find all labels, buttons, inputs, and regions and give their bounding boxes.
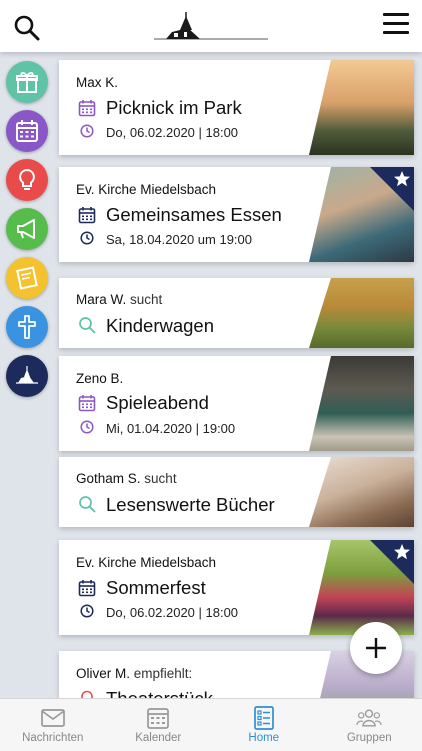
calendar-icon [145, 706, 171, 730]
card-author: Mara W. sucht [76, 292, 162, 307]
clock-icon [80, 604, 94, 618]
calendar-icon [14, 118, 40, 144]
calendar-icon [78, 579, 96, 597]
card-author: Ev. Kirche Miedelsbach [76, 182, 216, 197]
card-author: Gotham S. sucht [76, 471, 177, 486]
tab-label: Nachrichten [22, 732, 83, 744]
tab-home[interactable]: Home [211, 699, 317, 751]
bottom-tab-bar: Nachrichten Kalender Home Gruppen [0, 698, 422, 751]
feed-card[interactable]: Max K. Picknick im Park Do, 06.02.2020 |… [59, 60, 414, 155]
tab-gruppen[interactable]: Gruppen [317, 699, 422, 751]
card-title: Sommerfest [106, 577, 206, 599]
clock-icon [80, 420, 94, 434]
group-icon [356, 706, 382, 730]
card-author: Zeno B. [76, 371, 123, 386]
card-date: Do, 06.02.2020 | 18:00 [106, 605, 238, 620]
tab-kalender[interactable]: Kalender [106, 699, 212, 751]
sidebar-faith-button[interactable] [6, 306, 48, 348]
card-author: Oliver M. empfiehlt: [76, 666, 192, 681]
card-title: Kinderwagen [106, 315, 214, 337]
clock-icon [80, 231, 94, 245]
sidebar-announcement-button[interactable] [6, 208, 48, 250]
sidebar-calendar-button[interactable] [6, 110, 48, 152]
tab-label: Gruppen [347, 732, 392, 744]
feed-card[interactable]: Gotham S. sucht Lesenswerte Bücher [59, 457, 414, 527]
church-logo-icon[interactable] [152, 12, 270, 44]
card-author: Max K. [76, 75, 118, 90]
feed-card[interactable]: Ev. Kirche Miedelsbach Sommerfest Do, 06… [59, 540, 414, 635]
card-date: Sa, 18.04.2020 um 19:00 [106, 232, 252, 247]
add-button[interactable] [350, 622, 402, 674]
card-title: Spieleabend [106, 392, 209, 414]
search-icon [78, 316, 96, 334]
mail-icon [40, 706, 66, 730]
card-title: Gemeinsames Essen [106, 204, 282, 226]
tab-label: Home [248, 732, 279, 744]
cross-icon [14, 314, 40, 340]
calendar-icon [78, 206, 96, 224]
star-icon [393, 170, 411, 188]
card-author: Ev. Kirche Miedelsbach [76, 555, 216, 570]
megaphone-icon [14, 216, 40, 242]
hamburger-menu-icon[interactable] [383, 13, 409, 35]
card-date: Mi, 01.04.2020 | 19:00 [106, 421, 235, 436]
card-title: Picknick im Park [106, 97, 242, 119]
sidebar-note-button[interactable] [6, 257, 48, 299]
search-icon[interactable] [13, 14, 41, 42]
card-title: Lesenswerte Bücher [106, 494, 275, 516]
calendar-icon [78, 99, 96, 117]
card-photo [309, 60, 414, 155]
lightbulb-icon [14, 167, 40, 193]
tab-nachrichten[interactable]: Nachrichten [0, 699, 106, 751]
sidebar-idea-button[interactable] [6, 159, 48, 201]
card-photo [309, 457, 414, 527]
tab-label: Kalender [135, 732, 181, 744]
feed-card[interactable]: Zeno B. Spieleabend Mi, 01.04.2020 | 19:… [59, 356, 414, 451]
list-icon [251, 706, 277, 730]
note-icon [14, 265, 40, 291]
calendar-icon [78, 394, 96, 412]
gift-icon [14, 69, 40, 95]
feed-card[interactable]: Mara W. sucht Kinderwagen [59, 278, 414, 348]
clock-icon [80, 124, 94, 138]
search-icon [78, 495, 96, 513]
star-icon [393, 543, 411, 561]
sidebar-gift-button[interactable] [6, 61, 48, 103]
card-photo [309, 278, 414, 348]
top-bar [0, 0, 422, 52]
plus-icon [363, 635, 389, 661]
feed-card[interactable]: Ev. Kirche Miedelsbach Gemeinsames Essen… [59, 167, 414, 262]
card-date: Do, 06.02.2020 | 18:00 [106, 125, 238, 140]
card-photo [309, 356, 414, 451]
church-icon [14, 363, 40, 389]
sidebar-church-button[interactable] [6, 355, 48, 397]
